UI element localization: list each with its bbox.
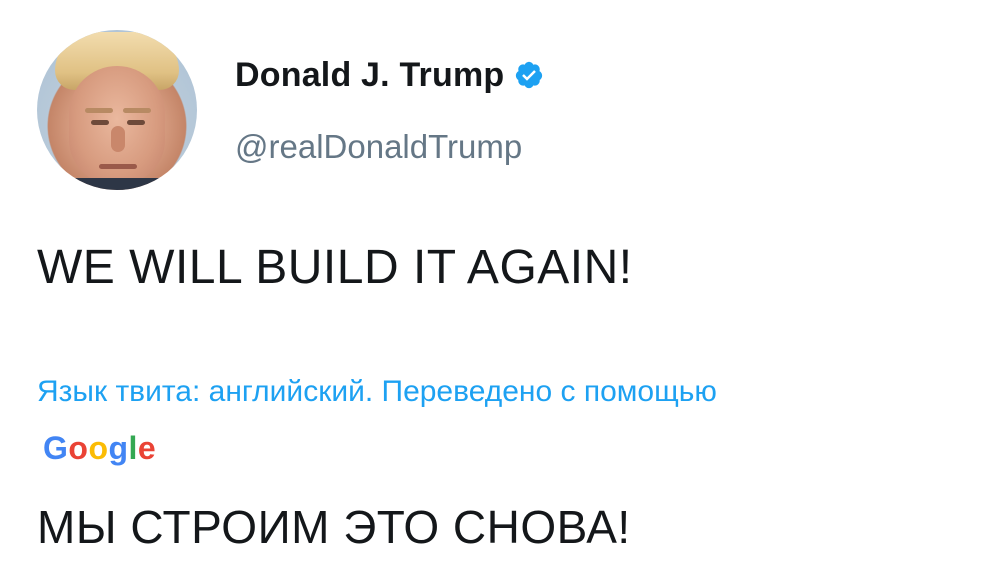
- translation-note-text: Язык твита: английский. Переведено с пом…: [37, 375, 717, 408]
- author-name-row: Donald J. Trump: [235, 54, 544, 96]
- translation-note[interactable]: Язык твита: английский. Переведено с пом…: [37, 364, 797, 478]
- tweet-card: Donald J. Trump @realDonaldTrump WE WILL…: [0, 0, 997, 579]
- avatar[interactable]: [37, 30, 197, 190]
- translated-tweet-text: МЫ СТРОИМ ЭТО СНОВА!: [37, 501, 631, 553]
- verified-badge-icon: [516, 61, 543, 89]
- author-handle[interactable]: @realDonaldTrump: [235, 128, 522, 166]
- tweet-text: WE WILL BUILD IT AGAIN!: [37, 241, 633, 294]
- google-logo: Google: [43, 430, 157, 466]
- author-display-name[interactable]: Donald J. Trump: [235, 56, 504, 95]
